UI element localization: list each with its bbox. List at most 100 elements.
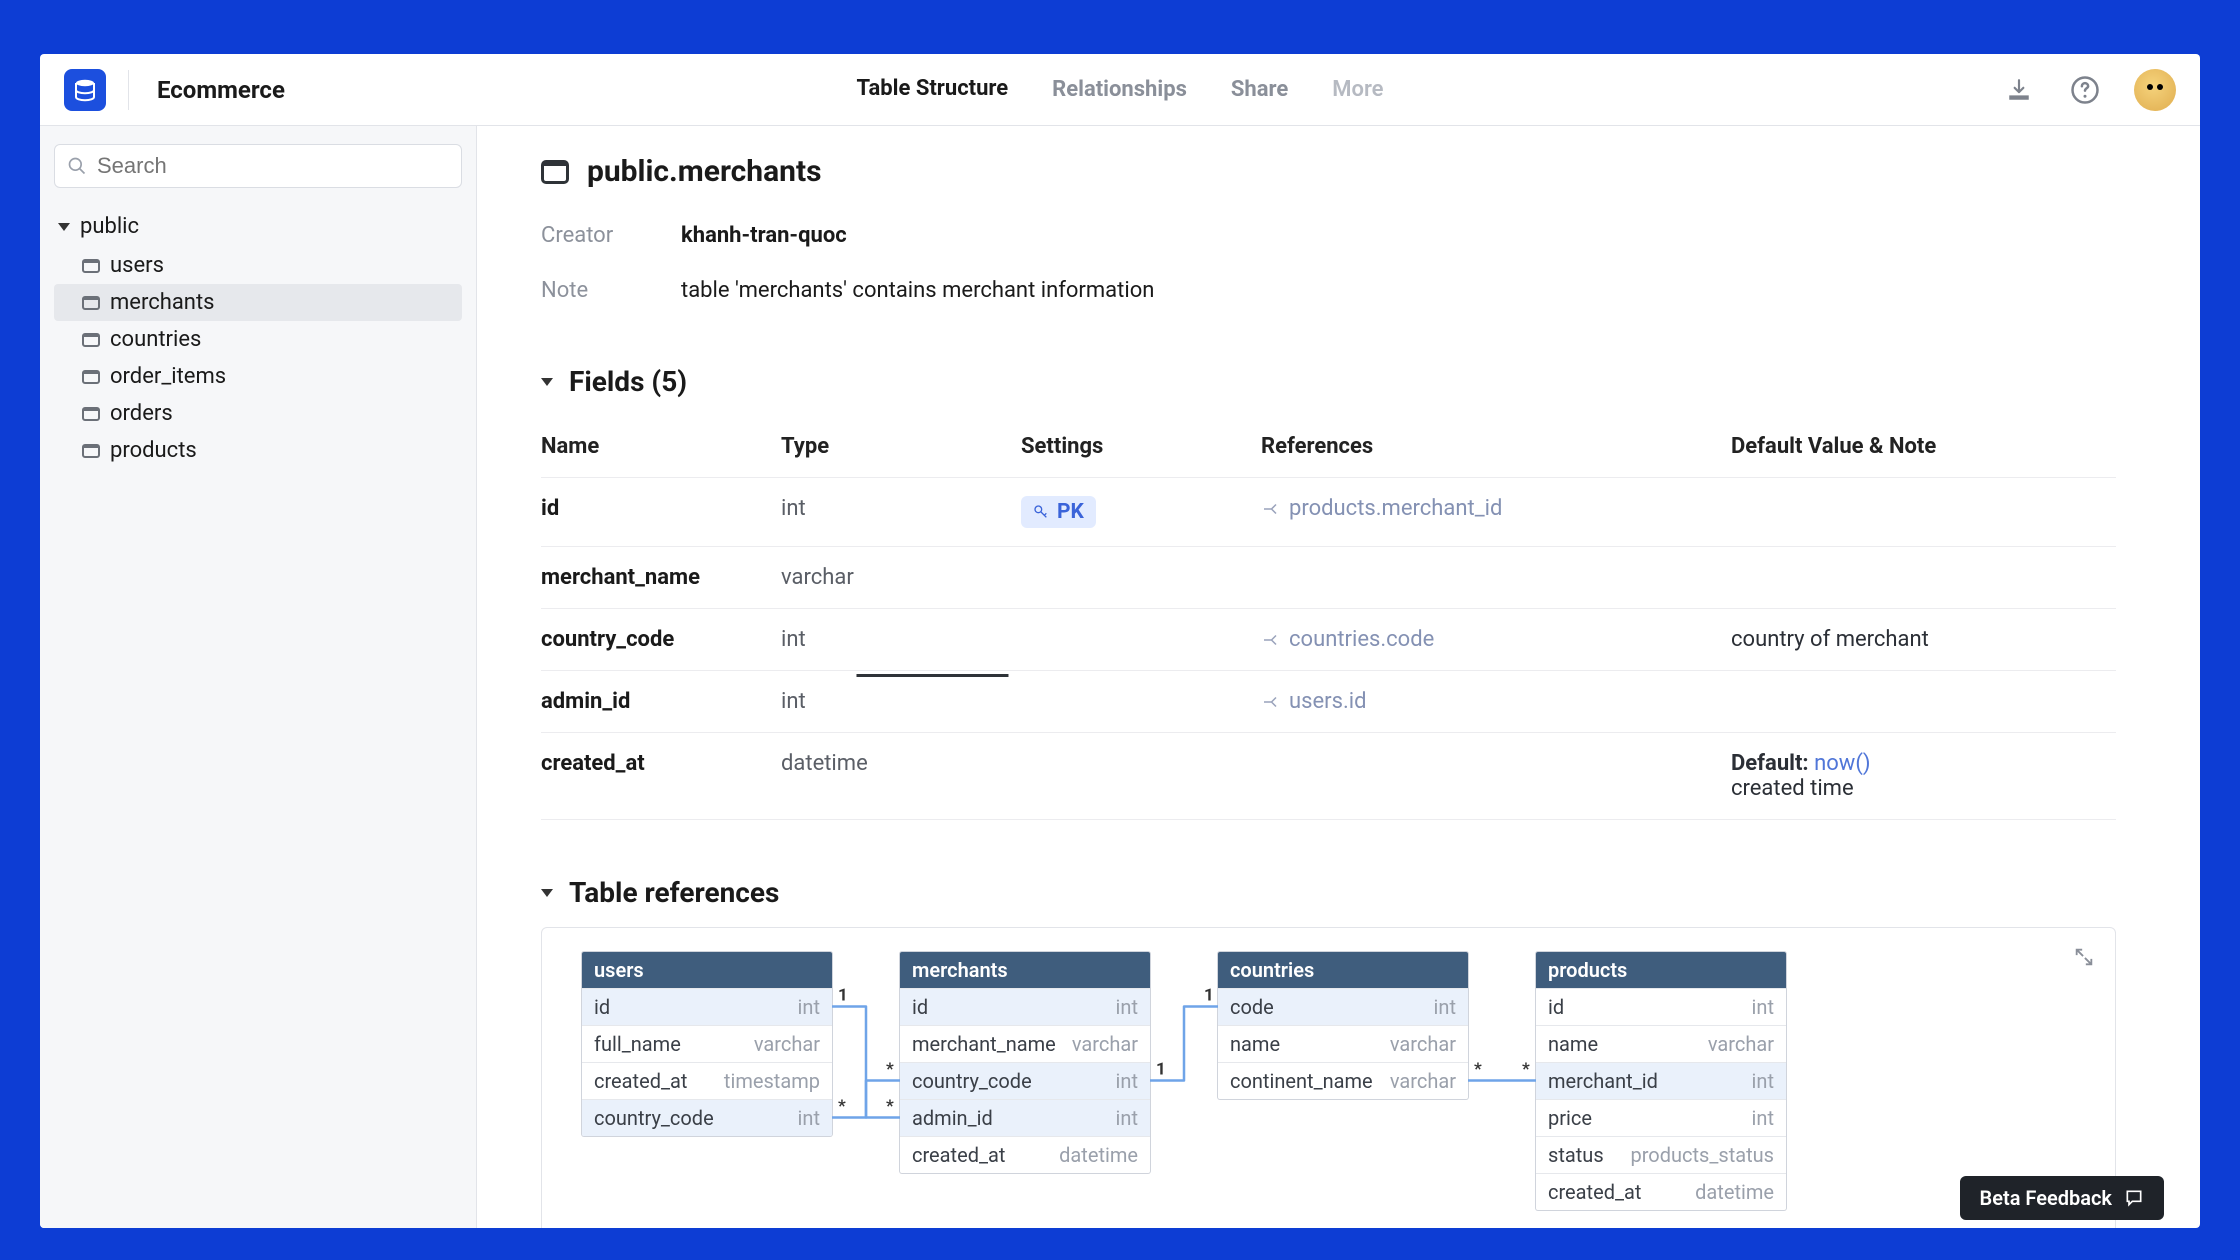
col-default: Default Value & Note: [1731, 434, 2116, 459]
sidebar-table-products[interactable]: products: [54, 432, 462, 469]
sidebar-table-orders[interactable]: orders: [54, 395, 462, 432]
entity-header: merchants: [900, 952, 1150, 988]
svg-text:1: 1: [838, 986, 848, 1006]
table-title: public.merchants: [587, 154, 822, 189]
field-name: country_code: [541, 627, 781, 652]
topbar: Ecommerce Table Structure Relationships …: [40, 54, 2200, 126]
entity-header: users: [582, 952, 832, 988]
svg-text:*: *: [886, 1097, 894, 1117]
table-label: merchants: [110, 290, 215, 315]
diagram-container: 1***11** usersidintfull_namevarcharcreat…: [541, 927, 2116, 1228]
refs-section-header[interactable]: Table references: [541, 876, 2116, 909]
table-label: order_items: [110, 364, 226, 389]
table-label: users: [110, 253, 164, 278]
reference-link[interactable]: users.id: [1261, 689, 1731, 714]
entity-row: created_atdatetime: [1536, 1173, 1786, 1210]
help-button[interactable]: [2068, 73, 2102, 107]
field-settings: [1021, 689, 1261, 714]
table-icon: [82, 259, 100, 273]
entity-countries[interactable]: countriescodeintnamevarcharcontinent_nam…: [1218, 952, 1468, 1099]
default-value: now(): [1814, 751, 1870, 776]
divider: [128, 70, 129, 110]
table-icon: [82, 333, 100, 347]
entity-row: full_namevarchar: [582, 1025, 832, 1062]
field-settings: [1021, 751, 1261, 801]
field-name: id: [541, 496, 781, 528]
entity-header: products: [1536, 952, 1786, 988]
feedback-button[interactable]: Beta Feedback: [1960, 1176, 2164, 1220]
tab-relationships[interactable]: Relationships: [1052, 54, 1187, 677]
table-icon: [541, 160, 569, 184]
entity-row: idint: [900, 988, 1150, 1025]
entity-merchants[interactable]: merchantsidintmerchant_namevarcharcountr…: [900, 952, 1150, 1173]
search-input[interactable]: [97, 153, 449, 179]
svg-text:*: *: [886, 1060, 894, 1080]
field-default-note: country of merchant: [1731, 627, 2116, 652]
svg-text:*: *: [1474, 1060, 1482, 1080]
entity-row: country_codeint: [900, 1062, 1150, 1099]
search-icon: [67, 156, 87, 176]
field-reference: [1261, 751, 1731, 801]
project-name[interactable]: Ecommerce: [157, 76, 285, 104]
entity-row: priceint: [1536, 1099, 1786, 1136]
field-note: created time: [1731, 776, 1854, 801]
entity-row: namevarchar: [1218, 1025, 1468, 1062]
field-reference: users.id: [1261, 689, 1731, 714]
table-list: users merchants countries order_itemsorders…: [54, 247, 462, 469]
entity-products[interactable]: productsidintnamevarcharmerchant_idintpr…: [1536, 952, 1786, 1210]
col-name: Name: [541, 434, 781, 459]
entity-row: idint: [1536, 988, 1786, 1025]
tab-share[interactable]: Share: [1231, 54, 1288, 677]
app-logo[interactable]: [64, 69, 106, 111]
fork-icon: [1261, 693, 1279, 711]
field-type: int: [781, 689, 1021, 714]
sidebar-table-merchants[interactable]: merchants: [54, 284, 462, 321]
entity-row: merchant_idint: [1536, 1062, 1786, 1099]
svg-text:1: 1: [1204, 986, 1214, 1006]
field-default-note: [1731, 689, 2116, 714]
entity-users[interactable]: usersidintfull_namevarcharcreated_attime…: [582, 952, 832, 1136]
entity-row: created_attimestamp: [582, 1062, 832, 1099]
sidebar-table-order_items[interactable]: order_items: [54, 358, 462, 395]
feedback-label: Beta Feedback: [1980, 1186, 2112, 1210]
entity-row: created_atdatetime: [900, 1136, 1150, 1173]
note-label: Note: [541, 278, 621, 303]
creator-label: Creator: [541, 223, 621, 248]
field-row[interactable]: created_atdatetime Default: now()created …: [541, 733, 2116, 820]
er-diagram[interactable]: 1***11** usersidintfull_namevarcharcreat…: [582, 952, 2075, 1210]
entity-row: namevarchar: [1536, 1025, 1786, 1062]
table-label: products: [110, 438, 197, 463]
field-name: merchant_name: [541, 565, 781, 590]
default-label: Default:: [1731, 751, 1814, 776]
field-type: datetime: [781, 751, 1021, 801]
sidebar-table-countries[interactable]: countries: [54, 321, 462, 358]
svg-text:1: 1: [1156, 1060, 1166, 1080]
fields-heading: Fields (5): [569, 365, 687, 398]
tab-more[interactable]: More: [1332, 54, 1383, 677]
table-icon: [82, 296, 100, 310]
entity-row: continent_namevarchar: [1218, 1062, 1468, 1099]
field-row[interactable]: admin_idint users.id: [541, 671, 2116, 733]
search-box[interactable]: [54, 144, 462, 188]
entity-row: admin_idint: [900, 1099, 1150, 1136]
entity-row: country_codeint: [582, 1099, 832, 1136]
refs-heading: Table references: [569, 876, 779, 909]
help-icon: [2070, 75, 2100, 105]
field-default-note: [1731, 565, 2116, 590]
field-name: admin_id: [541, 689, 781, 714]
schema-node[interactable]: public: [54, 208, 462, 245]
expand-button[interactable]: [2073, 946, 2095, 974]
entity-row: idint: [582, 988, 832, 1025]
chat-icon: [2124, 1188, 2144, 1208]
download-button[interactable]: [2002, 73, 2036, 107]
table-icon: [82, 370, 100, 384]
expand-icon: [2073, 946, 2095, 968]
field-note: country of merchant: [1731, 627, 1929, 652]
field-name: created_at: [541, 751, 781, 801]
sidebar-table-users[interactable]: users: [54, 247, 462, 284]
database-icon: [73, 78, 97, 102]
tab-table-structure[interactable]: Table Structure: [856, 54, 1008, 677]
table-icon: [82, 444, 100, 458]
entity-row: statusproducts_status: [1536, 1136, 1786, 1173]
user-avatar[interactable]: [2134, 69, 2176, 111]
